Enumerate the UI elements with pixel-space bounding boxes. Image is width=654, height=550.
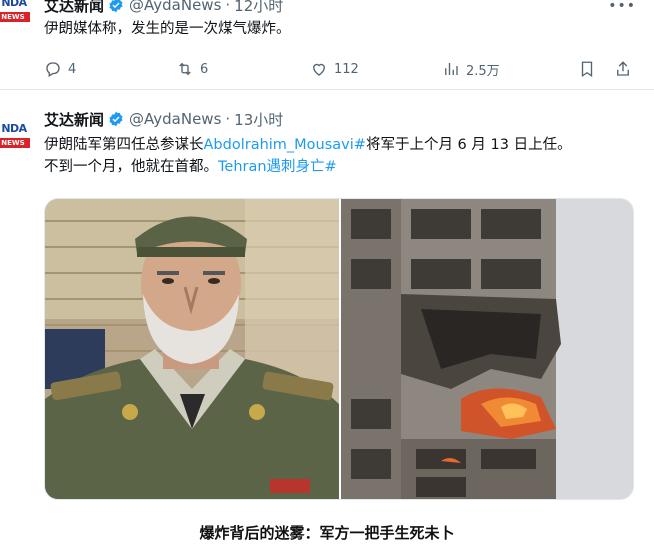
author-handle[interactable]: @AydaNews (129, 110, 221, 128)
bookmark-button[interactable] (578, 60, 596, 78)
tweet-header: 艾达新闻 @AydaNews · 13小时 (44, 108, 283, 130)
reply-button[interactable]: 4 (44, 60, 76, 78)
timestamp[interactable]: 12小时 (234, 0, 283, 16)
media-grid[interactable] (44, 198, 634, 500)
tweet-text-segment: 将军于上个月 6 月 13 日上任。 (365, 137, 572, 153)
views-count: 2.5万 (466, 63, 500, 79)
avatar-logo-subtext: NEWS (0, 12, 30, 22)
action-bar: 4 6 112 2.5万 (44, 58, 642, 80)
damaged-building-image (341, 199, 633, 499)
avatar-logo-text: NDA (1, 0, 27, 9)
tweet-text-segment: 不到一个月，他就在首都。 (44, 159, 218, 175)
reply-icon (46, 62, 60, 77)
tweet-text: 伊朗媒体称，发生的是一次煤气爆炸。 (44, 21, 291, 37)
views-icon (445, 63, 458, 75)
repost-count: 6 (200, 61, 209, 77)
timestamp[interactable]: 13小时 (234, 109, 283, 130)
tweet-1[interactable]: NDA NEWS 艾达新闻 @AydaNews · 12小时 ••• 伊朗媒体称… (0, 0, 654, 90)
separator-dot: · (225, 0, 231, 14)
views-button[interactable]: 2.5万 (442, 60, 500, 79)
damaged-building-photo[interactable] (341, 199, 633, 499)
repost-icon (179, 62, 191, 76)
general-portrait-image (45, 199, 339, 499)
tweet-text: 伊朗陆军第四任总参谋长Abdolrahim_Mousavi#将军于上个月 6 月… (44, 134, 644, 178)
tweet-header: 艾达新闻 @AydaNews · 12小时 (44, 0, 283, 16)
like-button[interactable]: 112 (310, 60, 359, 78)
tweet-text-line-1: 伊朗陆军第四任总参谋长Abdolrahim_Mousavi#将军于上个月 6 月… (44, 134, 644, 156)
reply-count: 4 (68, 61, 77, 77)
author-name[interactable]: 艾达新闻 (44, 109, 104, 130)
tweet-text-segment: 伊朗陆军第四任总参谋长 (44, 137, 204, 153)
share-icon (617, 61, 629, 76)
like-count: 112 (334, 61, 359, 77)
like-icon (313, 63, 325, 76)
avatar-logo-subtext: NEWS (0, 138, 30, 148)
hashtag-link[interactable]: Tehran遇刺身亡# (218, 159, 337, 175)
author-handle[interactable]: @AydaNews (129, 0, 221, 14)
tweet-2[interactable]: NDA NEWS 艾达新闻 @AydaNews · 13小时 伊朗陆军第四任总参… (0, 98, 654, 510)
verified-badge-icon (109, 0, 123, 13)
hashtag-link[interactable]: Abdolrahim_Mousavi# (204, 137, 366, 153)
avatar-logo-text: NDA (1, 122, 27, 135)
bookmark-icon (581, 61, 593, 78)
caption-headline: 爆炸背后的迷雾：军方一把手生死未卜 (199, 524, 455, 542)
repost-button[interactable]: 6 (176, 60, 208, 78)
general-portrait-photo[interactable] (45, 199, 339, 499)
avatar[interactable]: NDA NEWS (0, 116, 34, 156)
separator-dot: · (225, 110, 231, 128)
verified-badge-icon (109, 111, 123, 127)
avatar[interactable]: NDA NEWS (0, 0, 34, 30)
tweet-text-line-2: 不到一个月，他就在首都。Tehran遇刺身亡# (44, 156, 644, 178)
share-button[interactable] (614, 60, 632, 78)
author-name[interactable]: 艾达新闻 (44, 0, 104, 16)
more-icon[interactable]: ••• (608, 0, 636, 14)
